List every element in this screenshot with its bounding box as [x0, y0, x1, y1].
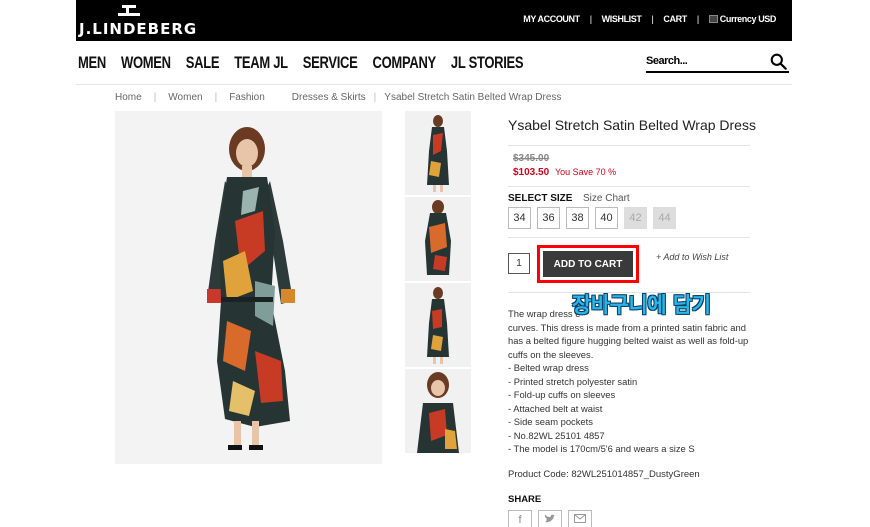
description-line: - Side seam pockets	[508, 416, 593, 427]
original-price: $345.00	[513, 153, 550, 164]
size-option-42: 42	[624, 207, 647, 229]
size-option-38[interactable]: 38	[566, 207, 589, 229]
top-bar: J.LINDEBERG MY ACCOUNT | WISHLIST | CART…	[76, 0, 792, 41]
thumbnail-4[interactable]	[405, 369, 471, 453]
sale-price: $103.50 You Save 70 %	[513, 167, 616, 178]
price-divider	[508, 186, 750, 187]
breadcrumb-separator: |	[214, 92, 218, 103]
wishlist-link[interactable]: WISHLIST	[602, 14, 642, 24]
breadcrumb-home[interactable]: Home	[115, 92, 142, 103]
util-separator: |	[589, 14, 592, 24]
nav-item-women[interactable]: WOMEN	[121, 53, 171, 72]
nav-item-company[interactable]: COMPANY	[373, 53, 437, 72]
twitter-icon[interactable]	[538, 510, 562, 527]
search-icon[interactable]	[770, 53, 787, 70]
currency-selector[interactable]: Currency USD	[708, 14, 777, 24]
description-line: - Fold-up cuffs on sleeves	[508, 389, 616, 400]
breadcrumb-women[interactable]: Women	[168, 92, 202, 103]
search-input[interactable]: Search...	[646, 55, 688, 67]
thumbnail-3[interactable]	[405, 283, 471, 367]
description-line: - The model is 170cm/5'6 and wears a siz…	[508, 443, 695, 454]
description-line: - No.82WL 25101 4857	[508, 429, 605, 441]
size-option-34[interactable]: 34	[508, 207, 531, 229]
size-option-44: 44	[653, 207, 676, 229]
page-gutter-left	[0, 0, 76, 527]
breadcrumb-separator: |	[373, 92, 377, 103]
nav-item-team-jl[interactable]: TEAM JL	[234, 53, 288, 72]
share-buttons: f	[508, 510, 598, 527]
description-line: cuffs on the sleeves.	[508, 348, 594, 360]
page-gutter-right	[792, 0, 870, 527]
utility-links: MY ACCOUNT | WISHLIST | CART | Currency …	[523, 14, 776, 24]
breadcrumb-dresses[interactable]: Dresses & Skirts	[292, 92, 366, 103]
savings-text: You Save 70 %	[554, 167, 617, 177]
description-line: - Attached belt at waist	[508, 402, 603, 414]
share-label: SHARE	[508, 494, 542, 505]
quantity-input[interactable]: 1	[508, 253, 530, 274]
size-divider	[508, 237, 750, 238]
breadcrumb: Home | Women | Fashion Dresses & Skirts …	[115, 92, 561, 103]
currency-label: Currency USD	[719, 14, 777, 24]
thumbnail-1[interactable]	[405, 111, 471, 195]
thumbnail-2[interactable]	[405, 197, 471, 281]
nav-divider	[76, 84, 792, 85]
brand-logo[interactable]: J.LINDEBERG	[78, 5, 208, 38]
description-line: - Belted wrap dress	[508, 362, 589, 373]
cart-link[interactable]: CART	[663, 14, 687, 24]
product-code: Product Code: 82WL251014857_DustyGreen	[508, 469, 700, 480]
description-line: curves. This dress is made from a printe…	[508, 321, 746, 333]
util-separator: |	[651, 14, 654, 24]
nav-item-jl-stories[interactable]: JL STORIES	[451, 53, 524, 72]
select-size-label: SELECT SIZE	[508, 193, 573, 204]
size-option-40[interactable]: 40	[595, 207, 618, 229]
product-title: Ysabel Stretch Satin Belted Wrap Dress	[508, 117, 756, 133]
description-line: - Printed stretch polyester satin	[508, 375, 638, 387]
model-photo	[207, 127, 295, 450]
size-option-36[interactable]: 36	[537, 207, 560, 229]
nav-item-service[interactable]: SERVICE	[303, 53, 358, 72]
description-line: has a belted figure hugging belted waist…	[508, 335, 749, 346]
breadcrumb-separator: |	[153, 92, 157, 103]
sale-price-value: $103.50	[513, 167, 550, 178]
product-description: The wrap dress e curves. This dress is m…	[508, 307, 754, 456]
breadcrumb-current: Ysabel Stretch Satin Belted Wrap Dress	[384, 92, 562, 103]
breadcrumb-fashion[interactable]: Fashion	[229, 92, 265, 103]
nav-item-sale[interactable]: SALE	[186, 53, 220, 72]
main-nav: MEN WOMEN SALE TEAM JL SERVICE COMPANY J…	[78, 53, 538, 72]
logo-mark-icon	[118, 5, 140, 19]
title-divider	[508, 145, 750, 146]
product-main-image[interactable]	[115, 111, 382, 464]
my-account-link[interactable]: MY ACCOUNT	[523, 14, 580, 24]
thumbnail-list	[405, 111, 471, 455]
util-separator: |	[696, 14, 699, 24]
size-chart-link[interactable]: Size Chart	[583, 193, 630, 204]
brand-name: J.LINDEBERG	[79, 20, 198, 38]
email-icon[interactable]	[568, 510, 592, 527]
facebook-icon[interactable]: f	[508, 510, 532, 527]
annotation-label: 장바구니에 담기	[572, 293, 711, 317]
search-box[interactable]: Search...	[646, 52, 789, 73]
add-to-wishlist-link[interactable]: + Add to Wish List	[656, 252, 728, 262]
currency-icon	[708, 15, 718, 23]
add-to-cart-button[interactable]: ADD TO CART	[543, 251, 633, 277]
size-options: 34 36 38 40 42 44	[508, 207, 682, 229]
nav-item-men[interactable]: MEN	[78, 53, 106, 72]
